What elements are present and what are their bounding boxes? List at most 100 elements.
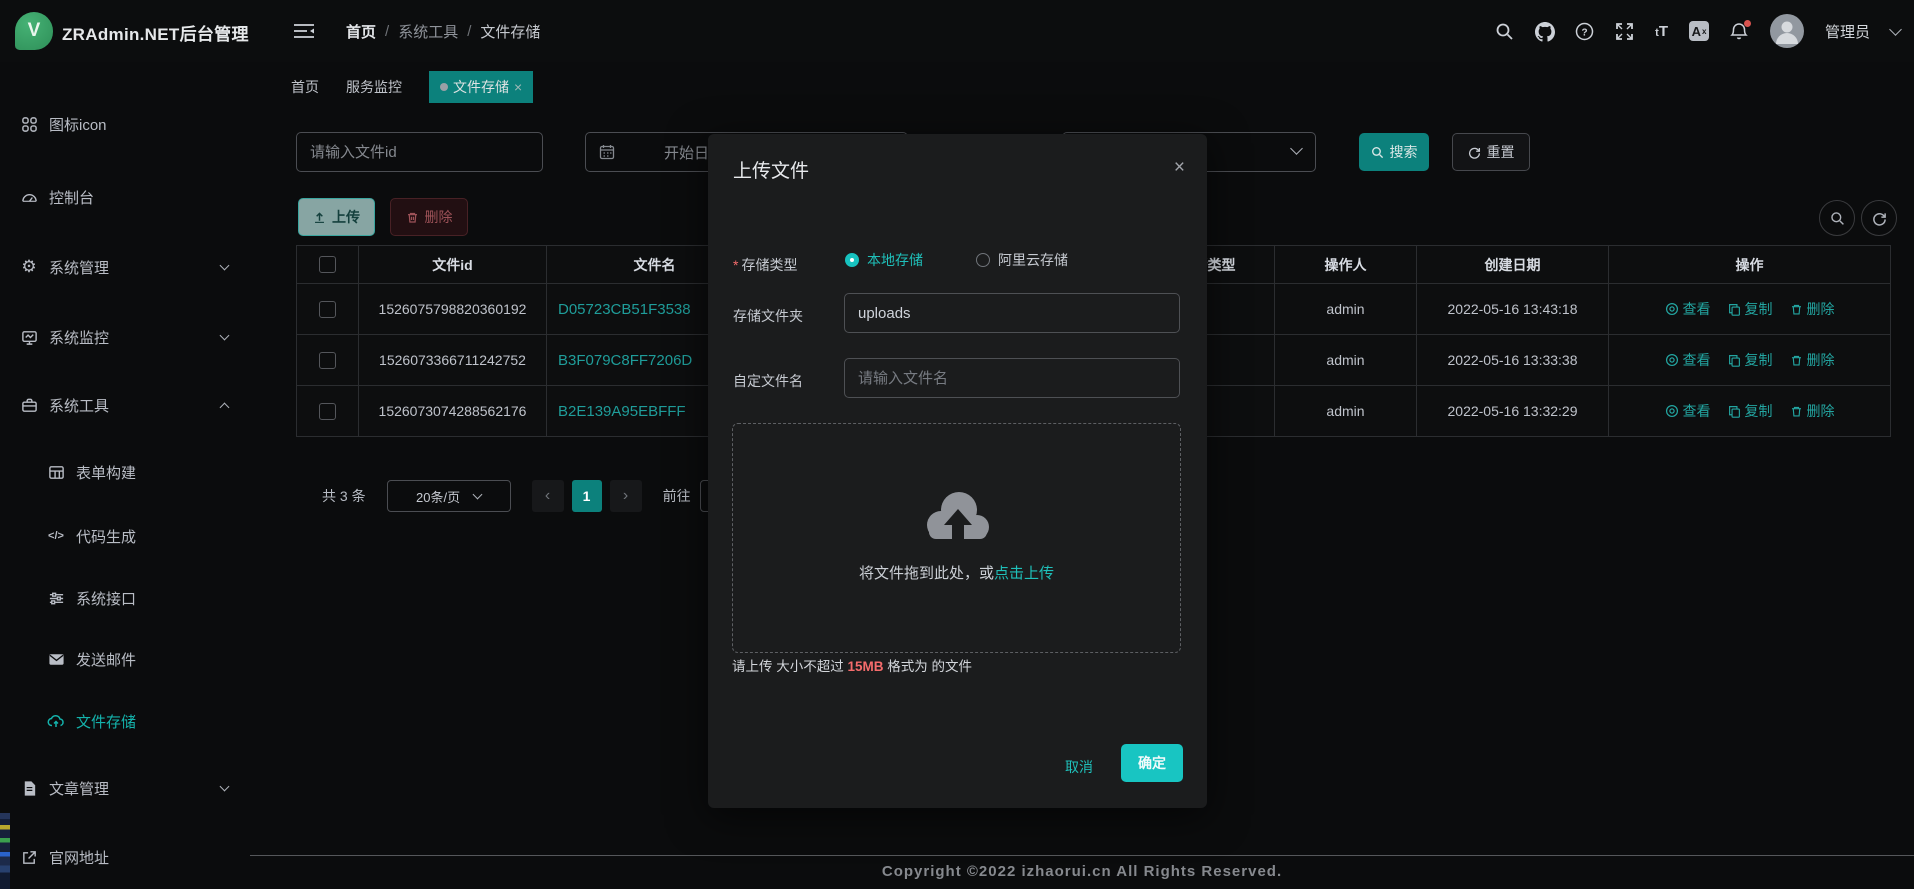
font-size-icon[interactable]: tT — [1655, 23, 1668, 40]
table-search-toggle-button[interactable] — [1819, 200, 1855, 236]
svg-text:?: ? — [1582, 27, 1588, 38]
col-file-id: 文件id — [359, 246, 547, 284]
view-link[interactable]: 查看 — [1665, 299, 1711, 319]
avatar[interactable] — [1770, 14, 1804, 48]
copy-link[interactable]: 复制 — [1728, 299, 1773, 319]
external-link-icon — [20, 848, 38, 866]
search-icon[interactable] — [1495, 22, 1514, 41]
pagination: 共 3 条 20条/页 ‹ 1 › 前往 — [296, 480, 758, 512]
tab-label: 文件存储 — [453, 77, 509, 97]
copy-link[interactable]: 复制 — [1728, 350, 1773, 370]
sidebar-item-icons[interactable]: 图标icon — [20, 109, 234, 139]
sidebar-item-file-storage[interactable]: 文件存储 — [47, 706, 234, 736]
sidebar-item-code-gen[interactable]: </> 代码生成 — [47, 521, 234, 551]
github-icon[interactable] — [1535, 22, 1554, 41]
sidebar-fold-icon[interactable] — [293, 21, 315, 41]
row-checkbox[interactable] — [319, 403, 336, 420]
sidebar-item-system-manage[interactable]: ⚙ 系统管理 — [20, 252, 234, 282]
col-operator: 操作人 — [1275, 246, 1417, 284]
app-root: 首页 图标icon 控制台 ⚙ 系统管理 系统监控 — [0, 0, 1914, 889]
filename-label: 自定文件名 — [733, 371, 803, 391]
sidebar-item-system-monitor[interactable]: 系统监控 — [20, 322, 234, 352]
copy-link[interactable]: 复制 — [1728, 401, 1773, 421]
translate-icon[interactable]: Ax — [1689, 21, 1709, 41]
breadcrumb: 首页 / 系统工具 / 文件存储 — [346, 21, 540, 42]
sidebar-item-system-tools[interactable]: 系统工具 — [20, 390, 234, 420]
cell-operator: admin — [1275, 335, 1417, 386]
select-all-checkbox[interactable] — [319, 256, 336, 273]
sidebar-item-system-api[interactable]: 系统接口 — [47, 583, 234, 613]
delete-link[interactable]: 删除 — [1790, 299, 1835, 319]
sidebar-item-official-site[interactable]: 官网地址 — [20, 842, 234, 872]
upload-button[interactable]: 上传 — [298, 198, 375, 236]
view-link[interactable]: 查看 — [1665, 350, 1711, 370]
current-page-button[interactable]: 1 — [572, 480, 602, 512]
chevron-down-icon — [1290, 142, 1303, 155]
cell-file-id: 1526073366711242752 — [359, 335, 547, 386]
chevron-down-icon — [220, 260, 230, 270]
gauge-icon — [20, 188, 38, 206]
row-checkbox[interactable] — [319, 352, 336, 369]
sidebar-item-label: 系统工具 — [49, 395, 109, 416]
notification-bell-icon[interactable] — [1730, 22, 1749, 41]
sidebar-item-article-manage[interactable]: 文章管理 — [20, 773, 234, 803]
sidebar-item-form-builder[interactable]: 表单构建 — [47, 457, 234, 487]
screen-edge-artifact — [0, 813, 10, 889]
delete-link[interactable]: 删除 — [1790, 401, 1835, 421]
row-checkbox[interactable] — [319, 301, 336, 318]
chevron-down-icon — [473, 489, 483, 499]
cloud-upload-icon — [914, 484, 1000, 548]
tab-home[interactable]: 首页 — [291, 77, 319, 97]
cell-operator: admin — [1275, 284, 1417, 335]
goto-label: 前往 — [663, 486, 691, 506]
radio-local-storage[interactable]: 本地存储 — [845, 250, 923, 270]
sliders-icon — [47, 589, 65, 607]
delete-button[interactable]: 删除 — [390, 198, 468, 236]
dropzone-text: 将文件拖到此处，或点击上传 — [859, 562, 1054, 583]
help-icon[interactable]: ? — [1575, 22, 1594, 41]
prev-page-button[interactable]: ‹ — [532, 480, 564, 512]
sidebar-item-label: 系统管理 — [49, 257, 109, 278]
username[interactable]: 管理员 — [1825, 21, 1870, 42]
sidebar-item-label: 系统监控 — [49, 327, 109, 348]
sidebar-item-label: 文件存储 — [76, 711, 136, 732]
click-upload-link[interactable]: 点击上传 — [994, 565, 1054, 582]
sidebar-item-console[interactable]: 控制台 — [20, 182, 234, 212]
filename-input[interactable] — [844, 358, 1180, 398]
next-page-button[interactable]: › — [610, 480, 642, 512]
cell-created: 2022-05-16 13:43:18 — [1417, 284, 1609, 335]
col-actions: 操作 — [1609, 246, 1891, 284]
page-size-select[interactable]: 20条/页 — [387, 480, 511, 512]
app-title: ZRAdmin.NET后台管理 — [62, 20, 249, 45]
cell-file-id: 1526075798820360192 — [359, 284, 547, 335]
dialog-close-icon[interactable]: × — [1174, 158, 1185, 177]
cancel-button[interactable]: 取消 — [1065, 757, 1093, 777]
tab-file-storage-active[interactable]: 文件存储 × — [429, 71, 533, 103]
copyright: Copyright ©2022 izhaorui.cn All Rights R… — [250, 863, 1914, 880]
radio-aliyun-storage[interactable]: 阿里云存储 — [976, 250, 1068, 270]
tab-service-monitor[interactable]: 服务监控 — [346, 77, 402, 97]
sidebar-item-send-mail[interactable]: 发送邮件 — [47, 644, 234, 674]
view-link[interactable]: 查看 — [1665, 401, 1711, 421]
tab-close-icon[interactable]: × — [514, 79, 522, 95]
folder-input[interactable] — [844, 293, 1180, 333]
app-logo: V — [15, 12, 53, 50]
folder-label: 存储文件夹 — [733, 306, 803, 326]
code-icon: </> — [47, 527, 65, 545]
reset-button[interactable]: 重置 — [1452, 133, 1530, 171]
monitor-icon — [20, 328, 38, 346]
confirm-button[interactable]: 确定 — [1121, 744, 1183, 782]
file-id-input[interactable] — [296, 132, 543, 172]
chevron-down-icon[interactable] — [1889, 23, 1902, 36]
search-button[interactable]: 搜索 — [1359, 133, 1429, 171]
delete-link[interactable]: 删除 — [1790, 350, 1835, 370]
breadcrumb-home[interactable]: 首页 — [346, 21, 376, 42]
mail-icon — [47, 650, 65, 668]
sidebar-item-label: 系统接口 — [76, 588, 136, 609]
cloud-upload-icon — [47, 712, 65, 730]
dialog-title: 上传文件 — [733, 156, 809, 183]
fullscreen-icon[interactable] — [1615, 22, 1634, 41]
top-header: V ZRAdmin.NET后台管理 首页 / 系统工具 / 文件存储 ? — [0, 0, 1914, 62]
upload-dropzone[interactable]: 将文件拖到此处，或点击上传 — [732, 423, 1181, 653]
table-refresh-button[interactable] — [1861, 200, 1897, 236]
